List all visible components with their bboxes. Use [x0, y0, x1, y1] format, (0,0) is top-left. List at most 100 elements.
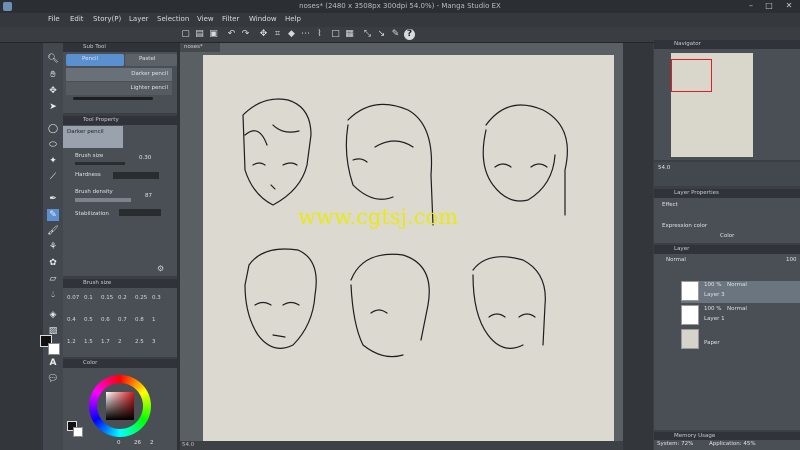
menu-filter[interactable]: Filter	[222, 15, 239, 23]
brush-size-preset[interactable]: 0.8	[135, 317, 144, 323]
navigator-view-frame[interactable]	[671, 59, 712, 92]
subtool-item-lighter[interactable]: Lighter pencil	[66, 82, 172, 95]
redo-icon[interactable]: ↷	[240, 29, 251, 40]
opacity-value[interactable]: 100	[786, 257, 797, 263]
subtool-item-darker[interactable]: Darker pencil	[66, 68, 172, 81]
menu-layer[interactable]: Layer	[129, 15, 149, 23]
saturation-square[interactable]	[106, 392, 134, 420]
pencil-tab-label: Pencil	[82, 56, 99, 62]
brush-size-preset[interactable]: 1.5	[84, 339, 93, 345]
subtool-tab-pastel[interactable]: Pastel	[125, 54, 177, 66]
memory-application: Application: 45%	[709, 441, 756, 447]
density-slider[interactable]	[75, 198, 131, 202]
object-tool-icon[interactable]: ➤	[47, 101, 59, 113]
menu-selection[interactable]: Selection	[157, 15, 189, 23]
brush-size-preset[interactable]: 0.4	[67, 317, 76, 323]
pen-icon[interactable]: ✎	[390, 29, 401, 40]
expression-color-value[interactable]: Color	[720, 233, 734, 239]
fill-icon[interactable]: ◆	[286, 29, 297, 40]
hand-tool-icon[interactable]: ✋︎	[47, 69, 59, 81]
ruler-icon[interactable]: ⌇	[314, 29, 325, 40]
snap-icon[interactable]: ⤡	[362, 29, 373, 40]
help-icon[interactable]: ?	[404, 29, 415, 40]
brush-size-preset[interactable]: 0.07	[67, 295, 79, 301]
brush-size-preset[interactable]: 0.2	[118, 295, 127, 301]
layer-row-1[interactable]: 100 % Normal Layer 1	[681, 305, 800, 327]
layer-row-paper[interactable]: Paper	[681, 329, 800, 351]
brush-size-preset[interactable]: 3	[152, 339, 156, 345]
brush-tool-icon[interactable]: 🖌︎	[47, 225, 59, 237]
brush-size-preset[interactable]: 2.5	[135, 339, 144, 345]
wand-tool-icon[interactable]: ✦	[47, 155, 59, 167]
density-value[interactable]: 87	[145, 193, 152, 199]
layer-3-name: Layer 3	[704, 292, 725, 298]
sub-color-swatch[interactable]	[48, 343, 60, 355]
brush-size-preset[interactable]: 0.15	[101, 295, 113, 301]
brush-size-value[interactable]: 0.30	[139, 155, 151, 161]
color-wheel[interactable]	[89, 375, 151, 437]
brush-size-preset[interactable]: 0.25	[135, 295, 147, 301]
brush-size-preset[interactable]: 0.7	[118, 317, 127, 323]
brush-size-preset[interactable]: 2	[118, 339, 122, 345]
blend-mode-select[interactable]: Normal	[666, 257, 686, 263]
maximize-icon[interactable]: □	[760, 0, 778, 12]
brush-size-preset[interactable]: 0.5	[84, 317, 93, 323]
balloon-tool-icon[interactable]: 💬︎	[47, 373, 59, 385]
text-tool-icon[interactable]: A	[47, 357, 59, 369]
menu-story[interactable]: Story(P)	[93, 15, 121, 23]
lasso-tool-icon[interactable]: ⬭	[47, 139, 59, 151]
pastel-tab-label: Pastel	[139, 56, 156, 62]
open-file-icon[interactable]: ▤	[194, 29, 205, 40]
brush-size-grid: 0.07 0.1 0.15 0.2 0.25 0.3 0.4 0.5 0.6 0.7 0.8 1 1.2…	[63, 289, 173, 357]
new-file-icon[interactable]: ▢	[180, 29, 191, 40]
canvas-tab[interactable]: noses*	[180, 43, 220, 52]
crop-icon[interactable]: ⌗	[272, 29, 283, 40]
brush-size-preset[interactable]: 0.1	[84, 295, 93, 301]
brush-size-preset[interactable]: 0.6	[101, 317, 110, 323]
grid-icon[interactable]: ⋯	[300, 29, 311, 40]
subtool-tab-pencil[interactable]: Pencil	[66, 54, 124, 66]
menu-edit[interactable]: Edit	[70, 15, 84, 23]
brush-size-preset[interactable]: 1.7	[101, 339, 110, 345]
density-label: Brush density	[75, 189, 113, 195]
menu-view[interactable]: View	[197, 15, 214, 23]
airbrush-tool-icon[interactable]: ⚘	[47, 241, 59, 253]
hardness-slider[interactable]	[113, 172, 159, 179]
settings-icon[interactable]: ⚙	[157, 264, 164, 273]
select-all-icon[interactable]: ▦	[344, 29, 355, 40]
undo-icon[interactable]: ↶	[226, 29, 237, 40]
menu-help[interactable]: Help	[285, 15, 301, 23]
navigator-preview[interactable]	[671, 53, 753, 157]
frame-icon[interactable]: □	[330, 29, 341, 40]
eraser-tool-icon[interactable]: ▱	[47, 273, 59, 285]
blend-tool-icon[interactable]: 💧︎	[47, 289, 59, 301]
brush-size-slider[interactable]	[75, 162, 125, 165]
close-icon[interactable]: ✕	[780, 0, 798, 12]
stabilization-slider[interactable]	[119, 209, 161, 216]
eyedropper-tool-icon[interactable]: ⟋	[47, 171, 59, 183]
pen-tool-icon[interactable]: ✒	[47, 193, 59, 205]
minimize-icon[interactable]: –	[742, 0, 760, 12]
zoom-tool-icon[interactable]: 🔍︎	[47, 53, 59, 65]
brush-size-preset[interactable]: 1	[152, 317, 156, 323]
current-tool-label: Darker pencil	[67, 129, 104, 135]
menu-file[interactable]: File	[48, 15, 60, 23]
fill-tool-icon[interactable]: ◈	[47, 309, 59, 321]
brush-size-preset[interactable]: 1.2	[67, 339, 76, 345]
decoration-tool-icon[interactable]: ✿	[47, 257, 59, 269]
save-icon[interactable]: ▣	[208, 29, 219, 40]
navigator-zoom-value[interactable]: 54.0	[658, 165, 670, 171]
zoom-value[interactable]: 54.0	[182, 442, 194, 448]
layer-row-3[interactable]: 100 % Normal Layer 3	[681, 281, 800, 303]
drawing-canvas[interactable]: www.cgtsj.com	[203, 55, 614, 441]
sub-color-chip[interactable]	[73, 427, 83, 437]
hue-value: 0	[117, 440, 121, 446]
brush-size-preset[interactable]: 0.3	[152, 295, 161, 301]
tool-property-header: Tool Property	[63, 116, 177, 125]
transform-icon[interactable]: ✥	[258, 29, 269, 40]
selection-tool-icon[interactable]: ◯	[47, 123, 59, 135]
pencil-tool-icon[interactable]: ✎	[47, 209, 59, 221]
menu-window[interactable]: Window	[249, 15, 277, 23]
arrow-icon[interactable]: ↘	[376, 29, 387, 40]
move-tool-icon[interactable]: ✥	[47, 85, 59, 97]
